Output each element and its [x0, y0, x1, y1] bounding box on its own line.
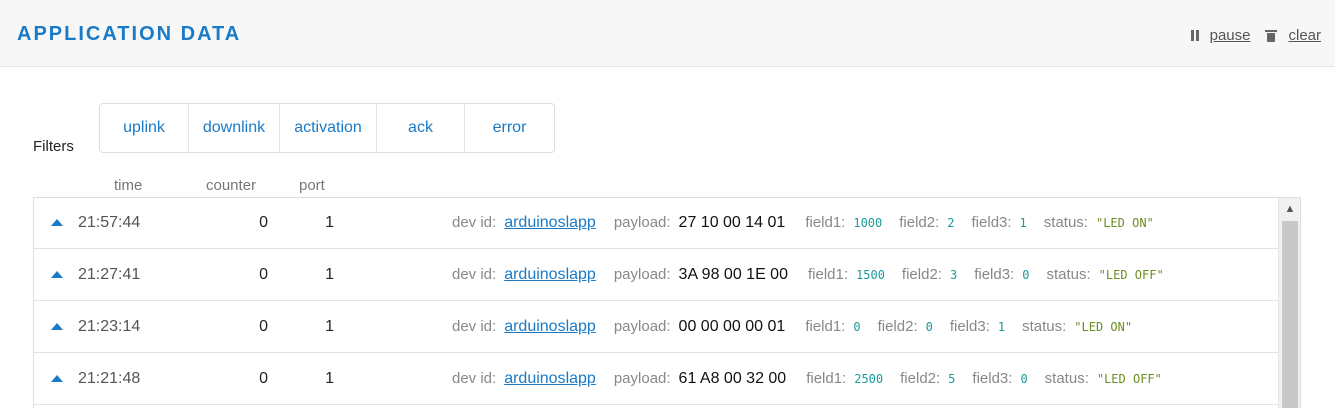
- page-title: APPLICATION DATA: [17, 23, 242, 45]
- field2-value: 2: [947, 216, 955, 230]
- row-time: 21:23:14: [78, 318, 141, 335]
- filter-uplink[interactable]: uplink: [100, 104, 189, 152]
- dev-id-label: dev id:: [452, 318, 497, 335]
- row-details: dev id: arduinoslapp payload: 27 10 00 1…: [452, 214, 1154, 232]
- dev-id-link[interactable]: arduinoslapp: [504, 214, 596, 232]
- triangle-up-icon[interactable]: [51, 375, 63, 382]
- payload-label: payload:: [613, 370, 671, 387]
- triangle-up-icon[interactable]: [51, 323, 63, 330]
- table-row[interactable]: 21:21:48 0 1 dev id: arduinoslapp payloa…: [34, 354, 1278, 405]
- field2-value: 0: [925, 320, 933, 334]
- trash-icon: [1265, 29, 1278, 43]
- field1-value: 1000: [853, 216, 883, 230]
- field1-value: 2500: [854, 372, 884, 386]
- payload-label: payload:: [613, 266, 671, 283]
- status-value: "LED ON": [1095, 216, 1154, 230]
- field1-label: field1:: [806, 370, 847, 387]
- field3-label: field3:: [974, 266, 1015, 283]
- status-value: "LED ON": [1074, 320, 1133, 334]
- filter-ack[interactable]: ack: [377, 104, 465, 152]
- filters-label: Filters: [33, 138, 74, 155]
- filter-activation[interactable]: activation: [280, 104, 377, 152]
- vertical-scrollbar[interactable]: ▲: [1278, 198, 1300, 408]
- row-time: 21:21:48: [78, 370, 141, 387]
- status-label: status:: [1022, 318, 1067, 335]
- chevron-up-icon[interactable]: ▲: [1279, 198, 1300, 220]
- page-header: APPLICATION DATA pause clear: [0, 0, 1335, 67]
- field1-value: 1500: [856, 268, 885, 282]
- clear-label: clear: [1288, 27, 1321, 44]
- row-port: 1: [325, 214, 334, 231]
- header-actions: pause clear: [1175, 27, 1321, 44]
- data-table: 21:57:44 0 1 dev id: arduinoslapp payloa…: [33, 197, 1301, 408]
- payload-value: 27 10 00 14 01: [678, 214, 786, 231]
- row-details: dev id: arduinoslapp payload: 3A 98 00 1…: [452, 266, 1164, 284]
- status-value: "LED OFF": [1096, 372, 1162, 386]
- column-header-port: port: [299, 177, 325, 194]
- status-label: status:: [1043, 214, 1088, 231]
- field3-value: 1: [997, 320, 1006, 334]
- field1-label: field1:: [807, 266, 849, 283]
- field2-label: field2:: [900, 370, 941, 387]
- status-label: status:: [1044, 370, 1089, 387]
- dev-id-label: dev id:: [452, 266, 497, 283]
- field2-label: field2:: [899, 214, 940, 231]
- payload-value: 61 A8 00 32 00: [678, 370, 787, 387]
- table-row[interactable]: 21:27:41 0 1 dev id: arduinoslapp payloa…: [34, 250, 1278, 301]
- filter-group: uplink downlink activation ack error: [99, 103, 555, 153]
- dev-id-link[interactable]: arduinoslapp: [504, 318, 596, 336]
- row-details: dev id: arduinoslapp payload: 00 00 00 0…: [452, 318, 1132, 336]
- row-details: dev id: arduinoslapp payload: 61 A8 00 3…: [452, 370, 1162, 388]
- field1-label: field1:: [805, 214, 846, 231]
- dev-id-label: dev id:: [452, 214, 497, 231]
- column-header-time: time: [114, 177, 143, 194]
- table-row[interactable]: 21:23:14 0 1 dev id: arduinoslapp payloa…: [34, 302, 1278, 353]
- field3-value: 0: [1022, 268, 1030, 282]
- field3-label: field3:: [971, 214, 1012, 231]
- dev-id-link[interactable]: arduinoslapp: [504, 266, 596, 284]
- triangle-up-icon[interactable]: [51, 219, 63, 226]
- scrollbar-thumb[interactable]: [1282, 221, 1298, 408]
- field3-value: 1: [1019, 216, 1027, 230]
- field2-label: field2:: [901, 266, 942, 283]
- filter-error[interactable]: error: [465, 104, 554, 152]
- row-port: 1: [325, 318, 334, 335]
- field3-label: field3:: [972, 370, 1013, 387]
- field1-label: field1:: [805, 318, 846, 335]
- row-port: 1: [325, 370, 334, 387]
- row-port: 1: [325, 266, 334, 283]
- field2-value: 3: [949, 268, 958, 282]
- field2-label: field2:: [877, 318, 918, 335]
- pause-label: pause: [1209, 27, 1251, 44]
- field2-value: 5: [948, 372, 956, 386]
- field3-label: field3:: [949, 318, 990, 335]
- pause-icon: [1190, 29, 1201, 42]
- status-label: status:: [1046, 266, 1091, 283]
- field1-value: 0: [853, 320, 861, 334]
- row-time: 21:27:41: [78, 266, 141, 283]
- row-counter: 0: [259, 214, 268, 231]
- payload-value: 3A 98 00 1E 00: [678, 266, 788, 283]
- row-counter: 0: [259, 370, 268, 387]
- pause-button[interactable]: pause: [1190, 27, 1251, 44]
- triangle-up-icon[interactable]: [51, 271, 63, 278]
- clear-button[interactable]: clear: [1265, 27, 1321, 44]
- row-time: 21:57:44: [78, 214, 141, 231]
- field3-value: 0: [1020, 372, 1028, 386]
- dev-id-link[interactable]: arduinoslapp: [504, 370, 596, 388]
- filter-downlink[interactable]: downlink: [189, 104, 280, 152]
- payload-label: payload:: [613, 214, 671, 231]
- row-counter: 0: [259, 266, 268, 283]
- row-counter: 0: [259, 318, 268, 335]
- status-value: "LED OFF": [1098, 268, 1164, 282]
- dev-id-label: dev id:: [452, 370, 497, 387]
- payload-value: 00 00 00 00 01: [678, 318, 786, 335]
- column-header-counter: counter: [206, 177, 257, 194]
- payload-label: payload:: [613, 318, 671, 335]
- table-row[interactable]: 21:57:44 0 1 dev id: arduinoslapp payloa…: [34, 198, 1278, 249]
